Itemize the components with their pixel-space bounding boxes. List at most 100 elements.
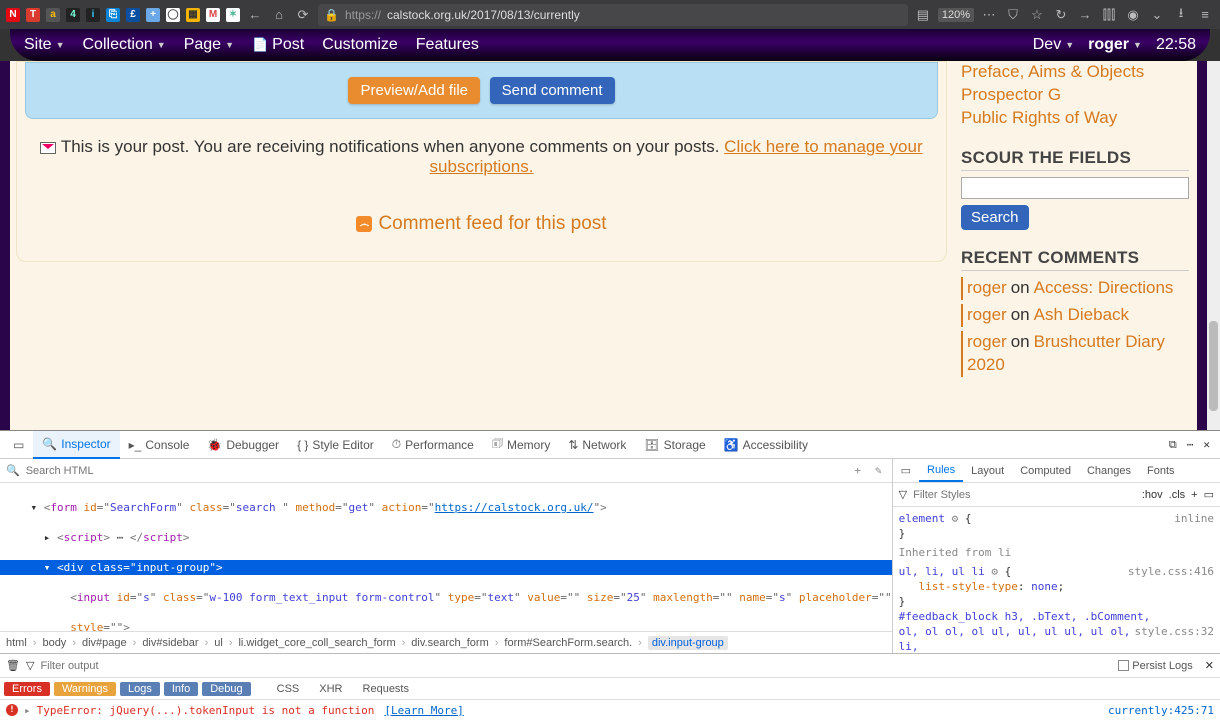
devtools-close-icon[interactable]: ✕ bbox=[1203, 438, 1210, 452]
tab-favicon[interactable]: i bbox=[86, 8, 100, 22]
cat-debug[interactable]: Debug bbox=[202, 682, 250, 696]
devtools-more-icon[interactable]: ⋯ bbox=[1187, 438, 1194, 452]
hov-toggle[interactable]: :hov bbox=[1142, 489, 1163, 501]
dom-search-input[interactable] bbox=[26, 465, 845, 477]
star-icon[interactable]: ☆ bbox=[1028, 6, 1046, 24]
tab-performance[interactable]: ⏱ Performance bbox=[383, 431, 483, 459]
cat-css[interactable]: CSS bbox=[269, 682, 308, 696]
more-icon[interactable]: ⋯ bbox=[980, 6, 998, 24]
zoom-level[interactable]: 120% bbox=[938, 8, 974, 22]
pocket-icon[interactable]: ⌄ bbox=[1148, 6, 1166, 24]
cat-requests[interactable]: Requests bbox=[355, 682, 417, 696]
tab-favicon[interactable]: N bbox=[6, 8, 20, 22]
menu-site[interactable]: Site ▼ bbox=[24, 36, 65, 54]
eyedropper-icon[interactable]: ✎ bbox=[871, 464, 886, 477]
tab-memory[interactable]: 🗊 Memory bbox=[483, 431, 559, 459]
tab-favicon[interactable]: ✶ bbox=[226, 8, 240, 22]
home-button[interactable]: ⌂ bbox=[270, 6, 288, 24]
devtools-iframe-icon[interactable]: ▭ bbox=[4, 431, 33, 459]
menu-collection[interactable]: Collection ▼ bbox=[83, 36, 166, 54]
stab-changes[interactable]: Changes bbox=[1079, 459, 1139, 482]
add-node-icon[interactable]: + bbox=[850, 464, 865, 477]
back-button[interactable]: ← bbox=[246, 6, 264, 24]
recent-comment[interactable]: rogeronAsh Dieback bbox=[961, 304, 1189, 327]
error-location[interactable]: currently:425:71 bbox=[1108, 704, 1214, 717]
console-filter-input[interactable] bbox=[40, 660, 1112, 672]
right-gutter bbox=[1197, 61, 1207, 430]
menu-page[interactable]: Page ▼ bbox=[184, 36, 234, 54]
tab-favicon[interactable]: a bbox=[46, 8, 60, 22]
trash-icon[interactable]: 🗑 bbox=[6, 659, 20, 672]
shield-icon[interactable]: ⛉ bbox=[1004, 6, 1022, 24]
dom-tree[interactable]: ▾ <form id="SearchForm" class="search " … bbox=[0, 483, 892, 631]
sidebar-link[interactable]: Public Rights of Way bbox=[961, 107, 1189, 130]
reload-icon[interactable]: ↻ bbox=[1052, 6, 1070, 24]
tab-favicon[interactable]: ⎘ bbox=[106, 8, 120, 22]
tab-favicon[interactable]: £ bbox=[126, 8, 140, 22]
notify-text: This is your post. You are receiving not… bbox=[37, 137, 926, 177]
tab-storage[interactable]: 🗄 Storage bbox=[635, 431, 714, 459]
light-icon[interactable]: ▭ bbox=[1204, 488, 1214, 501]
forward-icon[interactable]: → bbox=[1076, 6, 1094, 24]
tab-console[interactable]: ▸_ Console bbox=[120, 431, 199, 459]
add-rule-icon[interactable]: + bbox=[1191, 489, 1197, 501]
stab-rules[interactable]: Rules bbox=[919, 459, 963, 482]
tab-favicon[interactable]: 4 bbox=[66, 8, 80, 22]
menu-dev[interactable]: Dev ▼ bbox=[1033, 36, 1074, 54]
search-input[interactable] bbox=[961, 177, 1189, 199]
css-rules[interactable]: element ⚙ {inline } Inherited from li ul… bbox=[893, 507, 1220, 653]
cat-warnings[interactable]: Warnings bbox=[54, 682, 116, 696]
tab-favicon[interactable]: M bbox=[206, 8, 220, 22]
menu-user[interactable]: roger ▼ bbox=[1088, 36, 1142, 54]
sidebar-link[interactable]: Prospector G bbox=[961, 84, 1189, 107]
cls-toggle[interactable]: .cls bbox=[1169, 489, 1186, 501]
tab-favicon[interactable]: T bbox=[26, 8, 40, 22]
tab-favicon[interactable]: ◯ bbox=[166, 8, 180, 22]
devtools-tabs: ▭ 🔍 Inspector ▸_ Console 🐞 Debugger { } … bbox=[0, 431, 1220, 459]
cat-info[interactable]: Info bbox=[164, 682, 198, 696]
cat-errors[interactable]: Errors bbox=[4, 682, 50, 696]
reader-icon[interactable]: ▤ bbox=[914, 6, 932, 24]
preview-button[interactable]: Preview/Add file bbox=[348, 77, 480, 104]
tab-favicon[interactable]: + bbox=[146, 8, 160, 22]
tab-style-editor[interactable]: { } Style Editor bbox=[288, 431, 383, 459]
url-bar[interactable]: 🔒 https://calstock.org.uk/2017/08/13/cur… bbox=[318, 4, 908, 26]
send-button[interactable]: Send comment bbox=[490, 77, 615, 104]
menu-post[interactable]: 📄Post bbox=[252, 36, 304, 54]
left-gutter bbox=[0, 61, 10, 430]
library-icon[interactable]: ⫿⫿⫿ bbox=[1100, 6, 1118, 24]
search-button[interactable]: Search bbox=[961, 205, 1029, 230]
menu-features[interactable]: Features bbox=[416, 36, 479, 54]
cat-xhr[interactable]: XHR bbox=[311, 682, 350, 696]
console-error-line[interactable]: ! ▸ TypeError: jQuery(...).tokenInput is… bbox=[0, 700, 1220, 720]
hamburger-icon[interactable]: ≡ bbox=[1196, 6, 1214, 24]
rules-panel-toggle-icon[interactable]: ▭ bbox=[893, 459, 919, 482]
download-icon[interactable]: ⭳ bbox=[1172, 6, 1190, 24]
stab-layout[interactable]: Layout bbox=[963, 459, 1012, 482]
devtools-dock-icon[interactable]: ⧉ bbox=[1169, 438, 1177, 452]
refresh-button[interactable]: ⟳ bbox=[294, 6, 312, 24]
tab-favicon[interactable]: ▦ bbox=[186, 8, 200, 22]
persist-logs-checkbox[interactable]: Persist Logs bbox=[1118, 660, 1193, 672]
styles-filter-input[interactable] bbox=[913, 489, 1136, 501]
learn-more-link[interactable]: [Learn More] bbox=[384, 704, 463, 717]
breadcrumb[interactable]: html› body› div#page› div#sidebar› ul› l… bbox=[0, 631, 892, 653]
notify-label: This is your post. You are receiving not… bbox=[61, 137, 724, 156]
tab-debugger[interactable]: 🐞 Debugger bbox=[198, 431, 288, 459]
sidebar-link[interactable]: Preface, Aims & Objects bbox=[961, 61, 1189, 84]
cat-logs[interactable]: Logs bbox=[120, 682, 160, 696]
stab-fonts[interactable]: Fonts bbox=[1139, 459, 1183, 482]
stab-computed[interactable]: Computed bbox=[1012, 459, 1079, 482]
recent-comment[interactable]: rogeronBrushcutter Diary 2020 bbox=[961, 331, 1189, 377]
console-panel: 🗑 ▽ Persist Logs ✕ Errors Warnings Logs … bbox=[0, 653, 1220, 720]
tab-network[interactable]: ⇅ Network bbox=[559, 431, 635, 459]
recent-comment[interactable]: rogeronAccess: Directions bbox=[961, 277, 1189, 300]
screenshot-icon[interactable]: ◉ bbox=[1124, 6, 1142, 24]
console-close-icon[interactable]: ✕ bbox=[1205, 659, 1214, 672]
menu-customize[interactable]: Customize bbox=[322, 36, 398, 54]
filter-icon: ▽ bbox=[26, 659, 34, 672]
tab-inspector[interactable]: 🔍 Inspector bbox=[33, 431, 119, 459]
comment-feed-link[interactable]: ෴ Comment feed for this post bbox=[17, 213, 946, 235]
page-scrollbar[interactable] bbox=[1207, 61, 1220, 430]
tab-accessibility[interactable]: ♿ Accessibility bbox=[715, 431, 817, 459]
